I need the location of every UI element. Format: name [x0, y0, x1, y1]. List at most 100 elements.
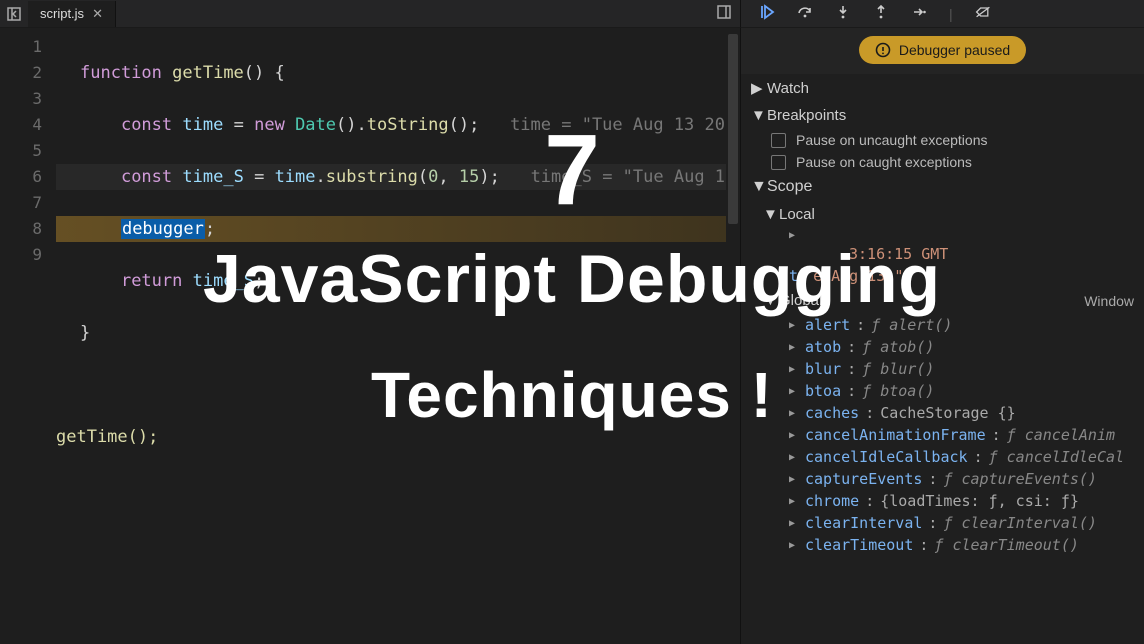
expand-icon[interactable]: ▶: [789, 518, 799, 529]
line-number: 6: [0, 164, 42, 190]
identifier: time: [275, 167, 316, 187]
watch-section[interactable]: ▶Watch: [741, 74, 1144, 102]
identifier: time: [182, 115, 223, 135]
identifier: time_S: [193, 271, 254, 291]
prop-value: {loadTimes: ƒ, csi: ƒ}: [880, 492, 1079, 510]
debugger-panel: Debugger paused ▶Watch ▼Breakpoints Paus…: [740, 28, 1144, 644]
panel-toggle-icon[interactable]: [0, 6, 28, 22]
expand-icon[interactable]: ▶: [789, 430, 799, 441]
code-area[interactable]: function getTime() { const time = new Da…: [56, 28, 740, 644]
prop-name: cancelAnimationFrame: [805, 426, 986, 444]
editor-tab-active[interactable]: script.js ✕: [28, 1, 116, 27]
prop-value: ƒ clearTimeout(): [934, 536, 1079, 554]
global-prop[interactable]: ▶alert: ƒ alert(): [741, 314, 1144, 336]
global-prop[interactable]: ▶btoa: ƒ btoa(): [741, 380, 1144, 402]
function-call: getTime();: [56, 427, 158, 447]
global-prop[interactable]: ▶caches: CacheStorage {}: [741, 402, 1144, 424]
identifier: time_S: [182, 167, 243, 187]
line-number: 8: [0, 216, 42, 242]
global-prop[interactable]: ▶captureEvents: ƒ captureEvents(): [741, 468, 1144, 490]
line-number: 4: [0, 112, 42, 138]
step-icon[interactable]: [911, 4, 927, 23]
section-label: Local: [779, 206, 815, 223]
section-label: Watch: [767, 80, 809, 97]
global-prop[interactable]: ▶blur: ƒ blur(): [741, 358, 1144, 380]
identifier: getTime: [172, 63, 244, 83]
method: substring: [326, 167, 418, 187]
checkbox-label: Pause on uncaught exceptions: [796, 132, 987, 148]
prop-value: ƒ btoa(): [862, 382, 934, 400]
step-over-icon[interactable]: [797, 4, 813, 23]
checkbox[interactable]: [771, 133, 786, 148]
prop-name: alert: [805, 316, 850, 334]
close-icon[interactable]: ✕: [92, 6, 103, 22]
prop-value: ƒ blur(): [862, 360, 934, 378]
section-label: Global: [779, 292, 822, 309]
prop-value: ƒ cancelIdleCal: [989, 448, 1124, 466]
deactivate-breakpoints-icon[interactable]: [975, 4, 991, 23]
number: 15: [459, 167, 479, 187]
tab-filename: script.js: [40, 6, 84, 21]
pause-caught-row[interactable]: Pause on caught exceptions: [741, 151, 1144, 173]
expand-icon[interactable]: ▶: [789, 408, 799, 419]
debugger-statement: debugger: [121, 219, 205, 239]
global-prop[interactable]: ▶chrome: {loadTimes: ƒ, csi: ƒ}: [741, 490, 1144, 512]
section-label: Breakpoints: [767, 107, 846, 124]
editor-scrollbar[interactable]: [726, 28, 740, 644]
line-number: 9: [0, 242, 42, 268]
prop-name: blur: [805, 360, 841, 378]
breakpoints-section[interactable]: ▼Breakpoints: [741, 102, 1144, 129]
scope-global[interactable]: ▼GlobalWindow: [741, 287, 1144, 314]
expand-icon[interactable]: ▶: [789, 342, 799, 353]
prop-name: atob: [805, 338, 841, 356]
more-icon[interactable]: [716, 4, 732, 23]
step-into-icon[interactable]: [835, 4, 851, 23]
line-number: 2: [0, 60, 42, 86]
paused-label: Debugger paused: [899, 42, 1010, 58]
global-prop[interactable]: ▶clearInterval: ƒ clearInterval(): [741, 512, 1144, 534]
prop-value: ƒ atob(): [862, 338, 934, 356]
keyword: const: [121, 167, 172, 187]
code-editor[interactable]: 1 2 3 4 5 6 7 8 9 function getTime() { c…: [0, 28, 740, 644]
prop-name: btoa: [805, 382, 841, 400]
global-prop[interactable]: ▶atob: ƒ atob(): [741, 336, 1144, 358]
line-number: 7: [0, 190, 42, 216]
inline-hint: time_S = "Tue Aug 1: [531, 167, 725, 187]
section-label: Scope: [767, 178, 812, 196]
expand-icon[interactable]: ▶: [789, 320, 799, 331]
scope-local[interactable]: ▼Local: [741, 201, 1144, 228]
keyword: new: [254, 115, 285, 135]
line-number: 5: [0, 138, 42, 164]
expand-icon[interactable]: ▶: [789, 452, 799, 463]
checkbox[interactable]: [771, 155, 786, 170]
prop-value: ƒ alert(): [871, 316, 952, 334]
keyword: function: [80, 63, 162, 83]
inline-hint: time = "Tue Aug 13 20: [510, 115, 725, 135]
global-prop[interactable]: ▶clearTimeout: ƒ clearTimeout(): [741, 534, 1144, 556]
line-gutter: 1 2 3 4 5 6 7 8 9: [0, 28, 56, 644]
expand-icon[interactable]: ▶: [789, 386, 799, 397]
prop-value: ƒ clearInterval(): [943, 514, 1097, 532]
local-var-time: 3:16:15 GMT: [741, 243, 1144, 265]
expand-icon[interactable]: ▶: [789, 496, 799, 507]
expand-icon[interactable]: ▶: [789, 364, 799, 375]
line-number: 1: [0, 34, 42, 60]
resume-icon[interactable]: [759, 4, 775, 23]
scrollbar-thumb[interactable]: [728, 34, 738, 224]
prop-value: ƒ cancelAnim: [1007, 426, 1115, 444]
expand-icon[interactable]: ▶: [789, 474, 799, 485]
step-out-icon[interactable]: [873, 4, 889, 23]
global-prop[interactable]: ▶cancelAnimationFrame: ƒ cancelAnim: [741, 424, 1144, 446]
prop-name: chrome: [805, 492, 859, 510]
prop-name: cancelIdleCallback: [805, 448, 968, 466]
type: Date: [295, 115, 336, 135]
prop-name: caches: [805, 404, 859, 422]
expand-icon[interactable]: ▶: [789, 540, 799, 551]
pause-uncaught-row[interactable]: Pause on uncaught exceptions: [741, 129, 1144, 151]
editor-tab-bar: script.js ✕: [0, 0, 740, 28]
local-var: ▶: [741, 228, 1144, 243]
debugger-paused-pill: Debugger paused: [859, 36, 1026, 64]
scope-section[interactable]: ▼Scope: [741, 173, 1144, 201]
global-prop[interactable]: ▶cancelIdleCallback: ƒ cancelIdleCal: [741, 446, 1144, 468]
checkbox-label: Pause on caught exceptions: [796, 154, 972, 170]
